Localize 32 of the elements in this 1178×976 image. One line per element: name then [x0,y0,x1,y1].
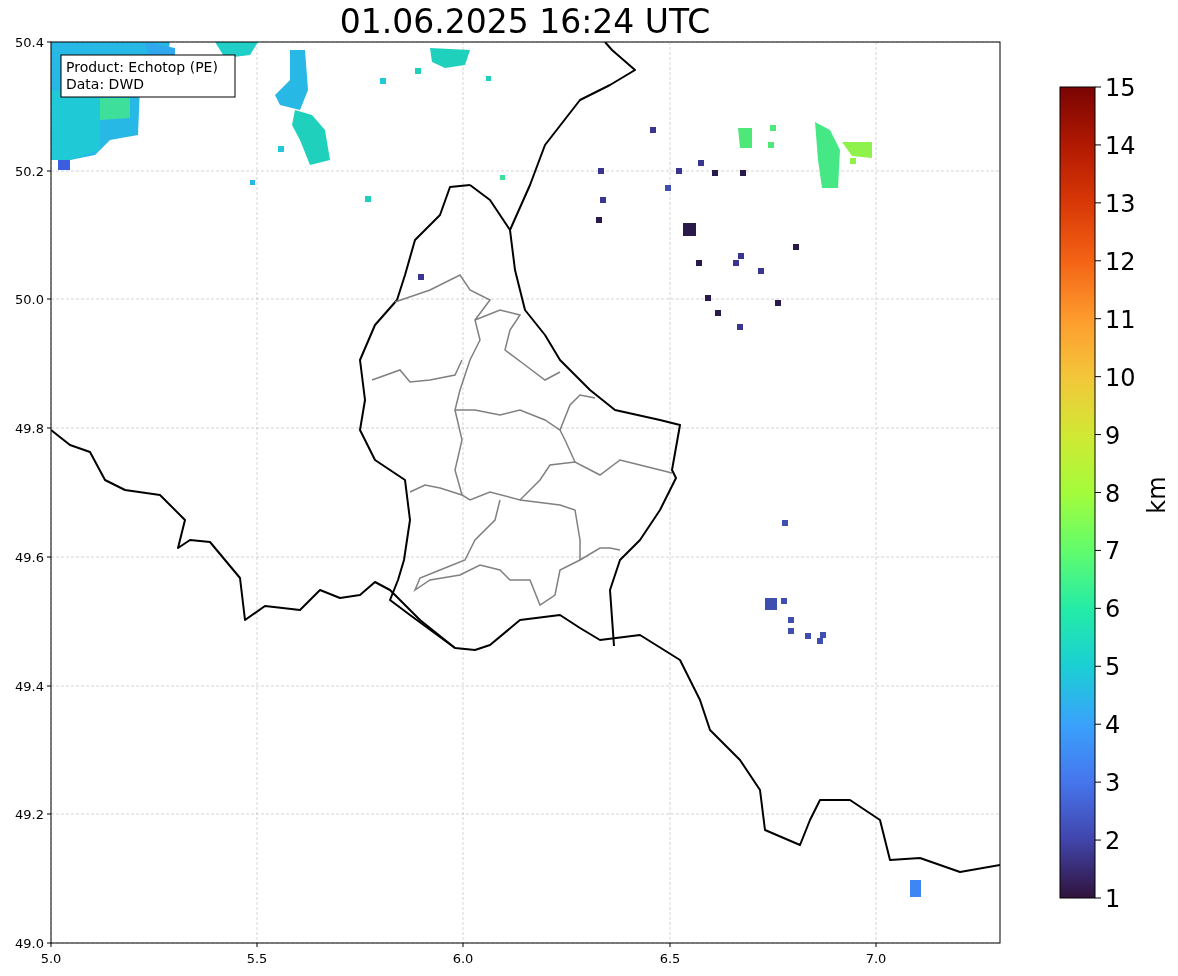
y-tick-label: 49.4 [15,679,44,694]
info-text: Data: DWD [66,76,144,92]
x-tick-label: 6.5 [659,951,681,966]
colorbar-tick-label: 3 [1105,769,1121,798]
x-tick-label: 5.0 [40,951,62,966]
colorbar-tick-label: 11 [1105,305,1136,334]
colorbar-tick-label: 2 [1105,827,1121,856]
y-tick-label: 50.0 [15,292,44,307]
x-tick-label: 5.5 [246,951,268,966]
y-tick-label: 49.2 [15,807,44,822]
colorbar-tick-label: 10 [1105,363,1136,392]
y-tick-label: 49.6 [15,550,44,565]
y-tick-label: 49.8 [15,421,44,436]
colorbar-label: km [1143,476,1171,514]
y-tick-label: 50.2 [15,164,44,179]
x-tick-label: 7.0 [865,951,887,966]
colorbar-tick-label: 12 [1105,247,1136,276]
y-tick-label: 49.0 [15,936,44,951]
colorbar-tick-label: 6 [1105,595,1121,624]
colorbar-tick-label: 4 [1105,711,1121,740]
colorbar-tick-label: 7 [1105,537,1121,566]
colorbar-tick-label: 9 [1105,421,1121,450]
colorbar-tick-label: 5 [1105,653,1121,682]
y-tick-label: 50.4 [15,35,44,50]
x-tick-label: 6.0 [452,951,474,966]
colorbar-tick-label: 8 [1105,479,1121,508]
chart-title: 01.06.2025 16:24 UTC [339,2,711,41]
colorbar-tick-label: 1 [1105,885,1121,913]
info-text: Product: Echotop (PE) [66,59,218,75]
colorbar-tick-label: 13 [1105,189,1136,218]
colorbar-tick-label: 15 [1105,74,1136,102]
colorbar-tick-label: 14 [1105,131,1136,160]
